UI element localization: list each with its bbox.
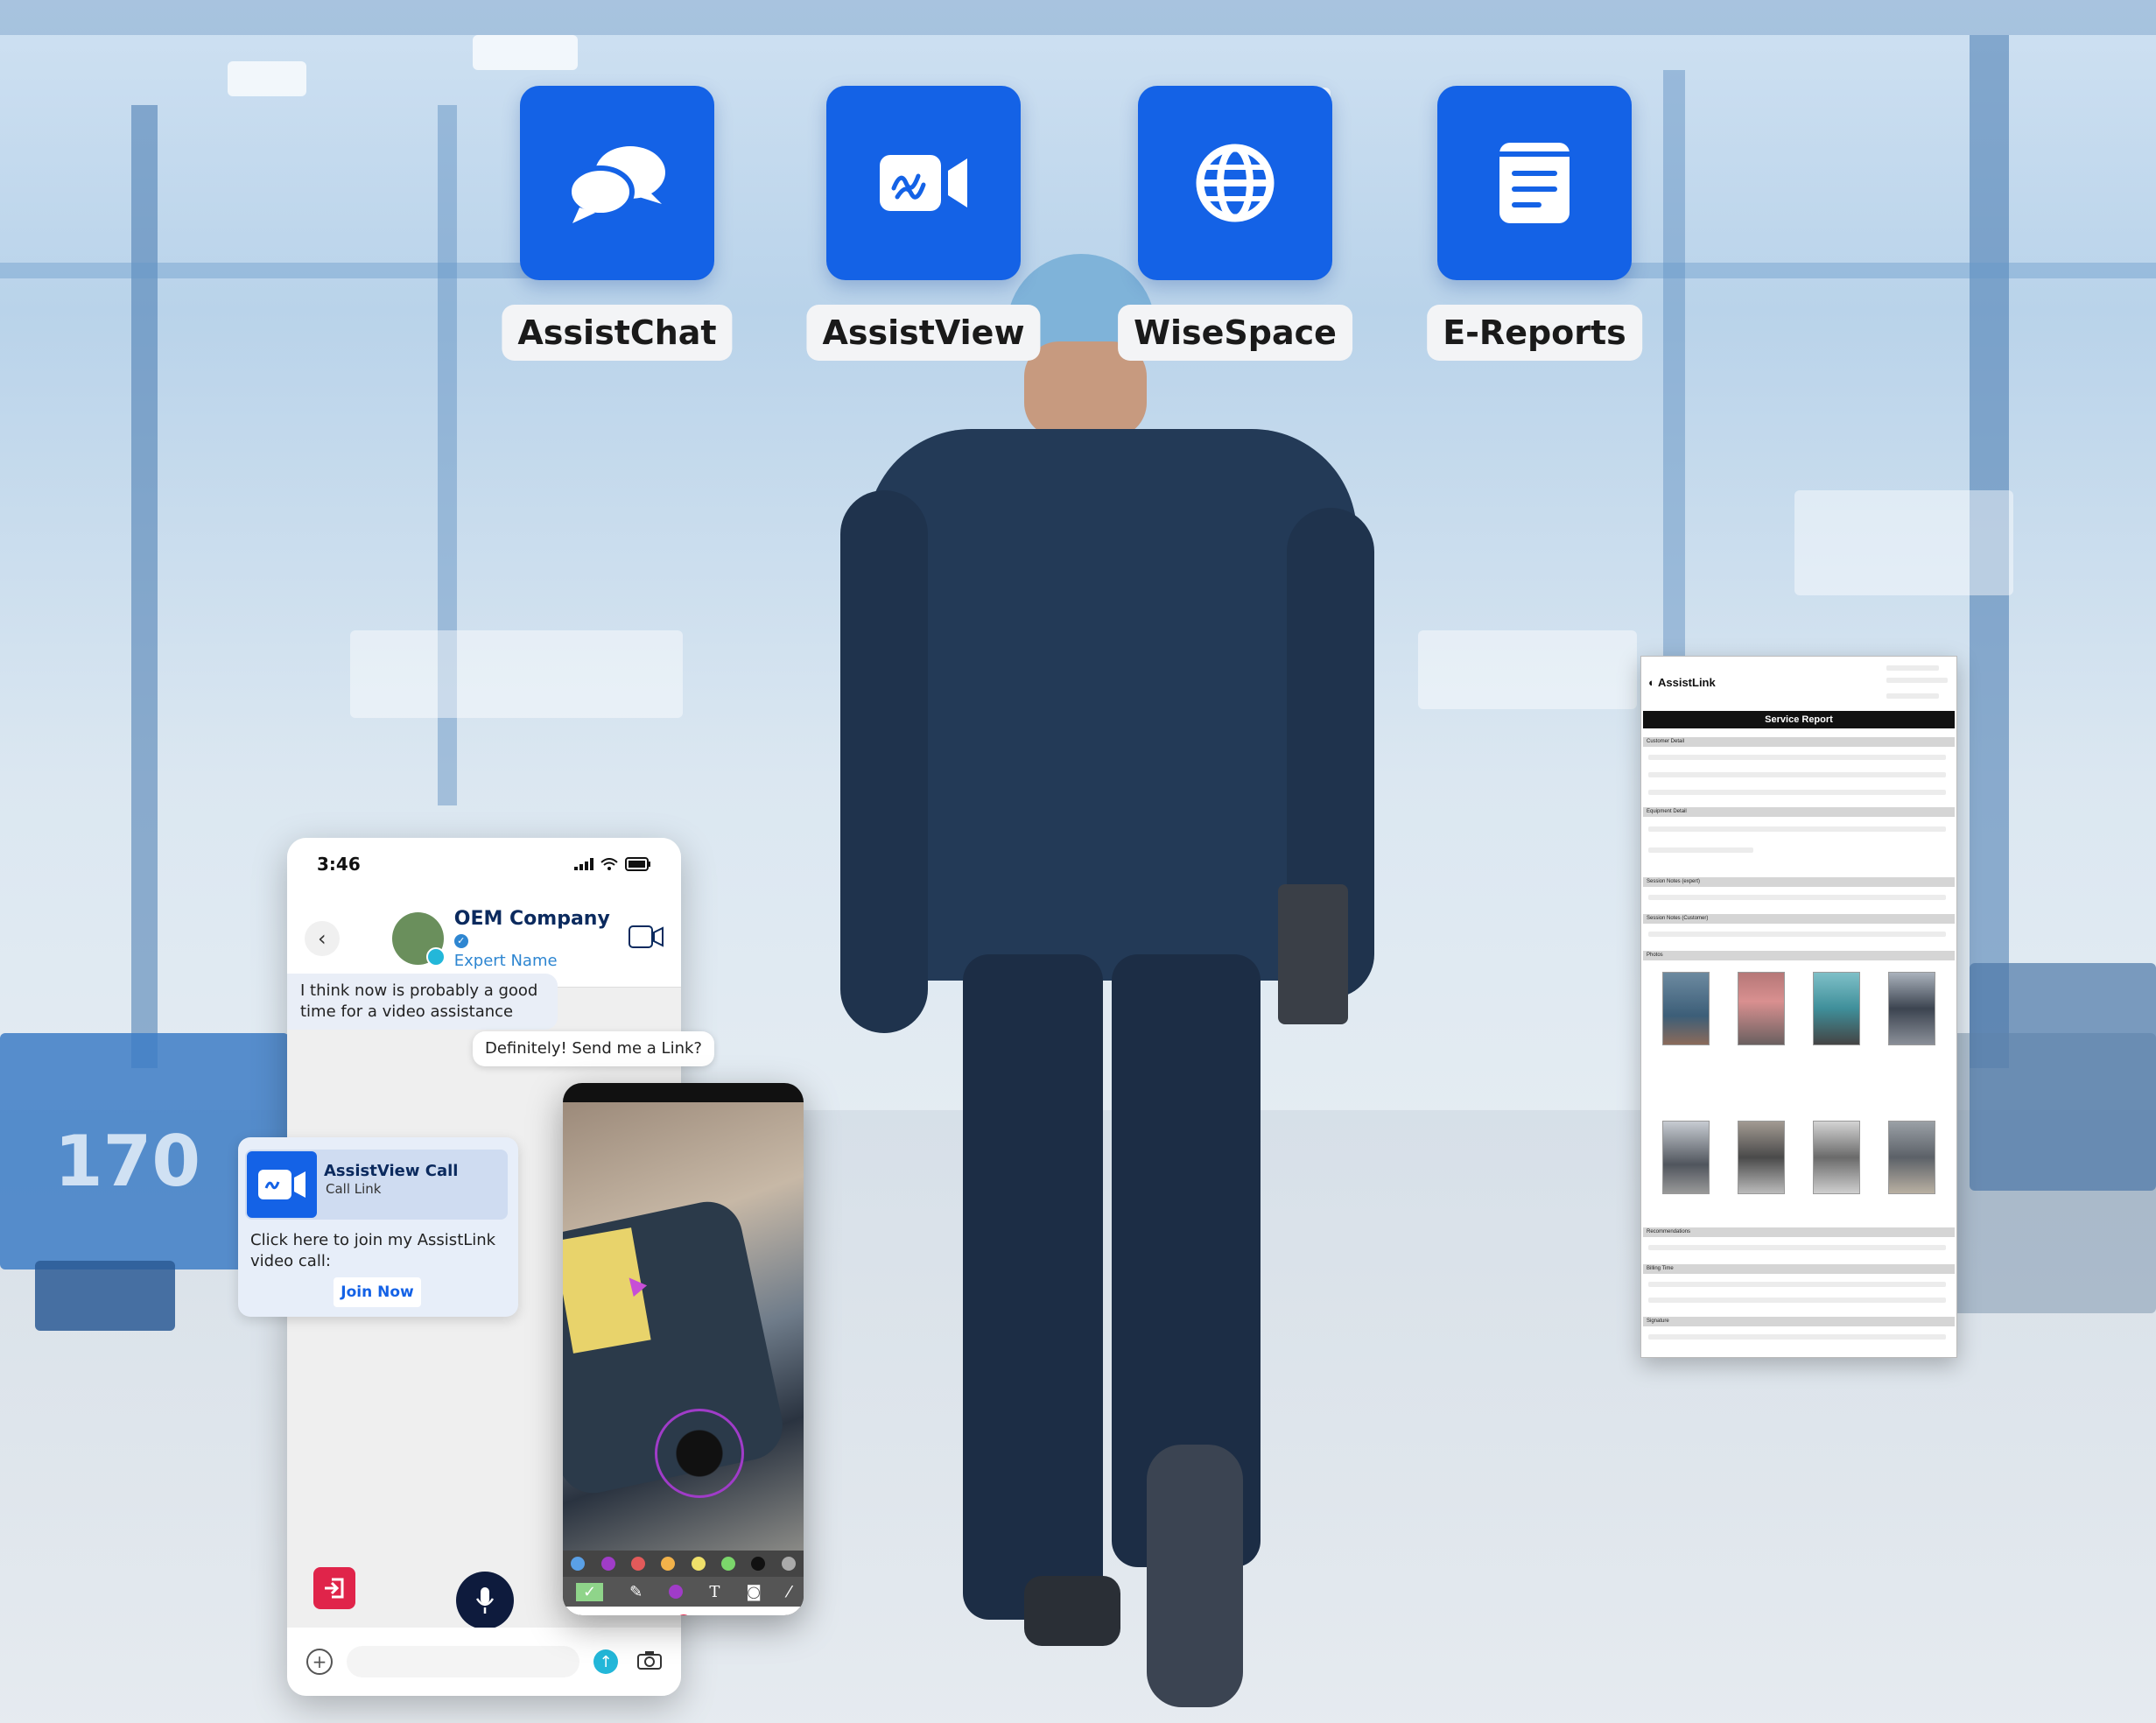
wisespace-label: WiseSpace xyxy=(1118,305,1352,361)
assistchat-tile[interactable] xyxy=(520,86,714,280)
machine-number: 170 xyxy=(54,1121,200,1202)
contact-subtitle: Expert Name xyxy=(453,951,558,970)
chat-bubbles-icon xyxy=(566,146,665,223)
color-tool-icon[interactable] xyxy=(669,1585,684,1599)
report-photo xyxy=(1888,1121,1935,1194)
report-section: Customer Detail xyxy=(1643,737,1955,747)
report-logo: ◐ AssistLink xyxy=(1648,676,1716,689)
color-swatch-orange[interactable] xyxy=(661,1557,676,1571)
report-photo xyxy=(1738,972,1785,1045)
laser-tool-icon[interactable]: ⁄ xyxy=(788,1583,790,1601)
confirm-tool-icon[interactable]: ✓ xyxy=(576,1582,604,1601)
assistview-tile[interactable] xyxy=(826,86,1021,280)
status-time: 3:46 xyxy=(317,854,361,875)
call-card-title: AssistView Call xyxy=(324,1162,459,1180)
status-icons xyxy=(574,857,651,871)
ereports-tile[interactable] xyxy=(1437,86,1632,280)
document-icon xyxy=(1499,143,1570,223)
report-title: Service Report xyxy=(1643,711,1955,728)
contact-info: OEM Company ✓ Expert Name xyxy=(453,907,629,970)
video-call-phone-mockup: ✓ ✎ T ◙ ⁄ ● ▭ ▢ ⌒ ∞ ◘ ⋯ xyxy=(563,1083,804,1615)
microphone-icon xyxy=(475,1587,495,1614)
service-report-document: ◐ AssistLink Service Report Customer Det… xyxy=(1640,656,1957,1358)
message-composer: + ↑ xyxy=(287,1628,681,1696)
color-swatch-green[interactable] xyxy=(721,1557,736,1571)
add-attachment-button[interactable]: + xyxy=(306,1649,333,1675)
call-card-body: Click here to join my AssistLink video c… xyxy=(250,1231,496,1270)
app-ereports[interactable]: E-Reports xyxy=(1427,86,1642,361)
report-photo xyxy=(1888,972,1935,1045)
color-swatch-blue[interactable] xyxy=(571,1557,586,1571)
report-photo xyxy=(1813,972,1860,1045)
join-now-button[interactable]: Join Now xyxy=(334,1277,421,1307)
back-button[interactable]: ‹ xyxy=(305,921,340,956)
report-section: Recommendations xyxy=(1643,1227,1955,1237)
ereports-label: E-Reports xyxy=(1427,305,1642,361)
report-photo xyxy=(1662,1121,1710,1194)
report-section: Session Notes (Customer) xyxy=(1643,914,1955,924)
report-photo xyxy=(1662,972,1710,1045)
report-section: Billing Time xyxy=(1643,1264,1955,1274)
exit-icon xyxy=(325,1578,344,1599)
report-section: Equipment Detail xyxy=(1643,807,1955,817)
call-card-header: AssistView Call Call Link xyxy=(245,1150,508,1220)
report-photo xyxy=(1813,1121,1860,1194)
mic-button[interactable] xyxy=(456,1572,514,1629)
report-section: Signature xyxy=(1643,1317,1955,1326)
end-call-button[interactable]: ⌒ xyxy=(674,1614,694,1615)
color-swatch-yellow[interactable] xyxy=(691,1557,706,1571)
chevron-left-icon: ‹ xyxy=(317,926,327,951)
color-swatch-black[interactable] xyxy=(751,1557,766,1571)
report-photo xyxy=(1738,1121,1785,1194)
send-button[interactable]: ↑ xyxy=(593,1649,618,1674)
video-call-button[interactable] xyxy=(629,925,664,952)
battery-icon xyxy=(625,857,650,871)
color-swatch-red[interactable] xyxy=(630,1557,645,1571)
wifi-icon xyxy=(600,858,618,870)
exit-button[interactable] xyxy=(313,1567,355,1609)
snapshot-tool-icon[interactable]: ◙ xyxy=(746,1583,761,1601)
call-link-card[interactable]: AssistView Call Call Link Click here to … xyxy=(238,1137,518,1317)
globe-icon xyxy=(1196,144,1275,222)
app-wisespace[interactable]: WiseSpace xyxy=(1118,86,1352,361)
call-card-icon xyxy=(247,1151,317,1218)
text-tool-icon[interactable]: T xyxy=(709,1583,720,1601)
app-assistchat[interactable]: AssistChat xyxy=(502,86,733,361)
assistchat-label: AssistChat xyxy=(502,305,733,361)
camera-icon xyxy=(637,1651,662,1670)
annotation-circle xyxy=(655,1409,744,1498)
drawing-toolbar: ✓ ✎ T ◙ ⁄ xyxy=(563,1577,804,1607)
app-assistview[interactable]: AssistView xyxy=(806,86,1041,361)
video-camera-icon xyxy=(629,925,664,948)
report-section: Session Notes (expert) xyxy=(1643,877,1955,887)
camera-button[interactable] xyxy=(637,1650,662,1673)
message-input[interactable] xyxy=(347,1646,579,1677)
color-swatch-purple[interactable] xyxy=(600,1557,615,1571)
status-bar: 3:46 xyxy=(287,838,681,890)
avatar[interactable] xyxy=(391,912,446,967)
pen-tool-icon[interactable]: ✎ xyxy=(629,1583,643,1601)
message-outgoing: Definitely! Send me a Link? xyxy=(473,1031,714,1066)
color-palette xyxy=(563,1551,804,1577)
wisespace-tile[interactable] xyxy=(1138,86,1332,280)
report-section: Photos xyxy=(1643,951,1955,960)
message-incoming: I think now is probably a good time for … xyxy=(287,974,558,1030)
video-camera-icon xyxy=(258,1170,305,1199)
report-brand: AssistLink xyxy=(1657,676,1716,689)
video-camera-icon xyxy=(880,155,967,211)
assistview-label: AssistView xyxy=(806,305,1041,361)
signal-icon xyxy=(574,858,593,870)
color-swatch-gray[interactable] xyxy=(781,1557,796,1571)
verified-badge-icon: ✓ xyxy=(453,933,468,948)
call-controls: ● ▭ ▢ ⌒ ∞ ◘ ⋯ xyxy=(563,1607,804,1615)
live-camera-view[interactable] xyxy=(563,1102,804,1551)
call-card-subtitle: Call Link xyxy=(326,1181,382,1197)
contact-name: OEM Company xyxy=(453,907,610,930)
